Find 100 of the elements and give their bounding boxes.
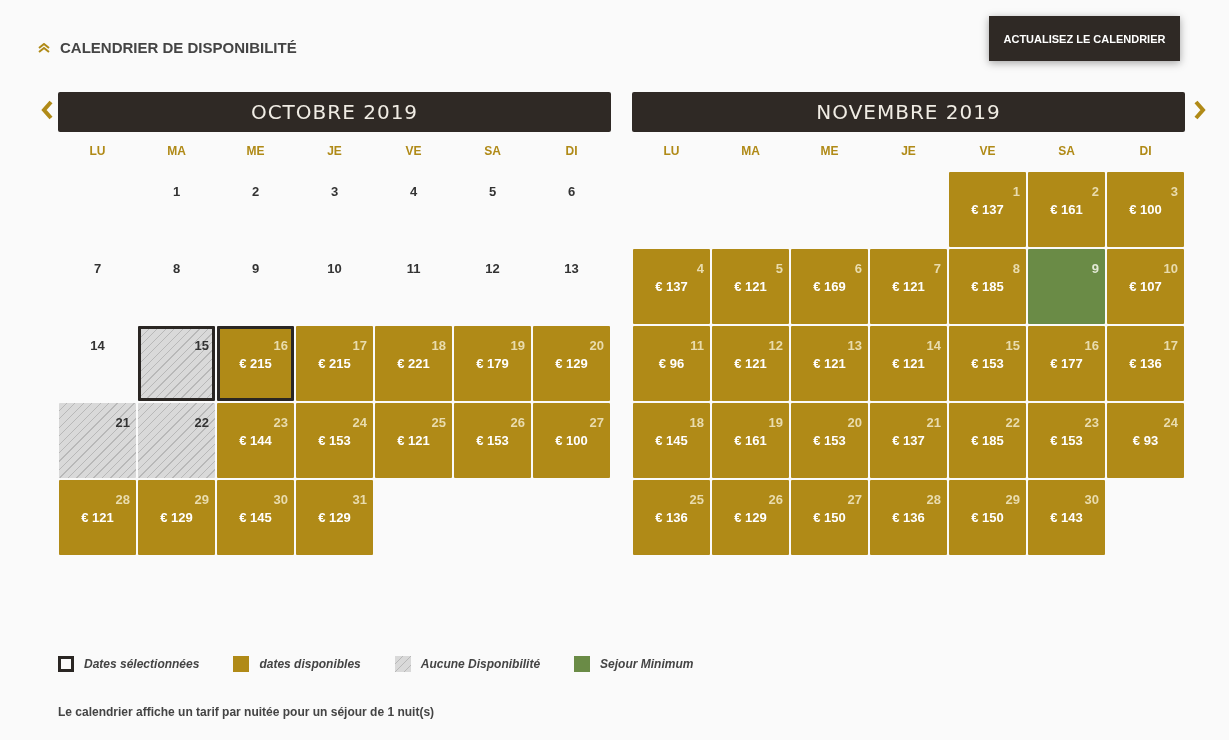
day-cell[interactable]: 11 € 96	[633, 326, 710, 401]
day-price: € 129	[733, 510, 768, 525]
day-number: 20	[847, 415, 862, 430]
day-cell[interactable]: 17 € 215	[296, 326, 373, 401]
section-title: CALENDRIER DE DISPONIBILITÉ	[60, 39, 297, 56]
day-cell[interactable]: 10	[296, 249, 373, 324]
day-cell[interactable]: 9	[1028, 249, 1105, 324]
day-cell[interactable]: 22 € 185	[949, 403, 1026, 478]
day-cell[interactable]: 10 € 107	[1107, 249, 1184, 324]
day-cell[interactable]: 16 € 177	[1028, 326, 1105, 401]
day-cell[interactable]: 1	[138, 172, 215, 247]
day-number: 8	[171, 261, 182, 276]
day-price: € 177	[1049, 356, 1084, 371]
day-number: 19	[510, 338, 525, 353]
weekday-label: VE	[404, 143, 423, 160]
day-number: 27	[847, 492, 862, 507]
day-cell[interactable]: 21 € 137	[870, 403, 947, 478]
day-cell[interactable]: 25 € 121	[375, 403, 452, 478]
day-cell[interactable]: 4 € 137	[633, 249, 710, 324]
day-number: 18	[689, 415, 704, 430]
day-cell[interactable]: 15	[138, 326, 215, 401]
day-cell[interactable]: 15 € 153	[949, 326, 1026, 401]
day-cell[interactable]: 28 € 136	[870, 480, 947, 555]
day-number: 2	[250, 184, 261, 199]
day-cell[interactable]: 13	[533, 249, 610, 324]
day-cell[interactable]: 28 € 121	[59, 480, 136, 555]
day-cell[interactable]: 9	[217, 249, 294, 324]
day-price: € 136	[891, 510, 926, 525]
day-cell[interactable]: 6	[533, 172, 610, 247]
day-number: 17	[352, 338, 367, 353]
day-cell[interactable]: 20 € 153	[791, 403, 868, 478]
chevron-right-icon[interactable]	[1193, 100, 1207, 120]
day-cell[interactable]: 17 € 136	[1107, 326, 1184, 401]
day-price: € 137	[654, 279, 689, 294]
day-number: 16	[273, 338, 288, 353]
day-cell[interactable]: 3	[296, 172, 373, 247]
day-cell[interactable]: 27 € 150	[791, 480, 868, 555]
day-number: 12	[768, 338, 783, 353]
day-cell[interactable]: 1 € 137	[949, 172, 1026, 247]
day-number: 7	[933, 261, 941, 276]
day-cell[interactable]: 26 € 129	[712, 480, 789, 555]
day-cell[interactable]: 23 € 153	[1028, 403, 1105, 478]
day-cell[interactable]: 3 € 100	[1107, 172, 1184, 247]
day-cell[interactable]: 16 € 215	[217, 326, 294, 401]
day-cell[interactable]: 12	[454, 249, 531, 324]
day-cell[interactable]: 14	[59, 326, 136, 401]
day-cell[interactable]: 6 € 169	[791, 249, 868, 324]
day-cell[interactable]: 18 € 221	[375, 326, 452, 401]
weekday-label: ME	[819, 143, 840, 160]
day-cell[interactable]: 2 € 161	[1028, 172, 1105, 247]
day-cell[interactable]: 18 € 145	[633, 403, 710, 478]
day-price: € 161	[733, 433, 768, 448]
day-number: 26	[510, 415, 525, 430]
day-cell[interactable]: 31 € 129	[296, 480, 373, 555]
day-price: € 215	[238, 356, 273, 371]
day-cell[interactable]: 7	[59, 249, 136, 324]
day-cell[interactable]: 8 € 185	[949, 249, 1026, 324]
day-cell[interactable]: 14 € 121	[870, 326, 947, 401]
day-number: 24	[1163, 415, 1178, 430]
day-number: 16	[1084, 338, 1099, 353]
day-cell[interactable]: 8	[138, 249, 215, 324]
day-price: € 153	[812, 433, 847, 448]
day-cell[interactable]: 30 € 145	[217, 480, 294, 555]
day-cell[interactable]: 5	[454, 172, 531, 247]
day-cell[interactable]: 19 € 161	[712, 403, 789, 478]
day-cell[interactable]: 26 € 153	[454, 403, 531, 478]
day-cell[interactable]: 29 € 150	[949, 480, 1026, 555]
day-number: 24	[352, 415, 367, 430]
day-price: € 121	[812, 356, 847, 371]
day-price: € 136	[654, 510, 689, 525]
weekday-label: DI	[564, 143, 579, 160]
day-cell[interactable]: 23 € 144	[217, 403, 294, 478]
day-cell[interactable]: 12 € 121	[712, 326, 789, 401]
day-number: 1	[1012, 184, 1020, 199]
day-price: € 150	[812, 510, 847, 525]
day-cell[interactable]: 20 € 129	[533, 326, 610, 401]
chevron-left-icon[interactable]	[40, 100, 54, 120]
day-cell[interactable]: 11	[375, 249, 452, 324]
day-price: € 100	[554, 433, 589, 448]
day-cell[interactable]: 21	[59, 403, 136, 478]
day-cell[interactable]: 24 € 93	[1107, 403, 1184, 478]
day-cell[interactable]: 19 € 179	[454, 326, 531, 401]
day-cell[interactable]: 4	[375, 172, 452, 247]
double-chevron-up-icon[interactable]	[38, 42, 50, 53]
refresh-calendar-button[interactable]: ACTUALISEZ LE CALENDRIER	[989, 16, 1180, 61]
day-cell[interactable]: 13 € 121	[791, 326, 868, 401]
day-cell[interactable]: 2	[217, 172, 294, 247]
day-cell[interactable]: 25 € 136	[633, 480, 710, 555]
day-number: 31	[352, 492, 367, 507]
day-cell[interactable]: 5 € 121	[712, 249, 789, 324]
day-number: 9	[1091, 261, 1099, 276]
day-cell[interactable]: 22	[138, 403, 215, 478]
day-cell[interactable]: 29 € 129	[138, 480, 215, 555]
day-number: 21	[926, 415, 941, 430]
day-number: 22	[1005, 415, 1020, 430]
day-cell[interactable]: 24 € 153	[296, 403, 373, 478]
day-cell[interactable]: 7 € 121	[870, 249, 947, 324]
day-cell[interactable]: 27 € 100	[533, 403, 610, 478]
day-price: € 185	[970, 433, 1005, 448]
day-cell[interactable]: 30 € 143	[1028, 480, 1105, 555]
